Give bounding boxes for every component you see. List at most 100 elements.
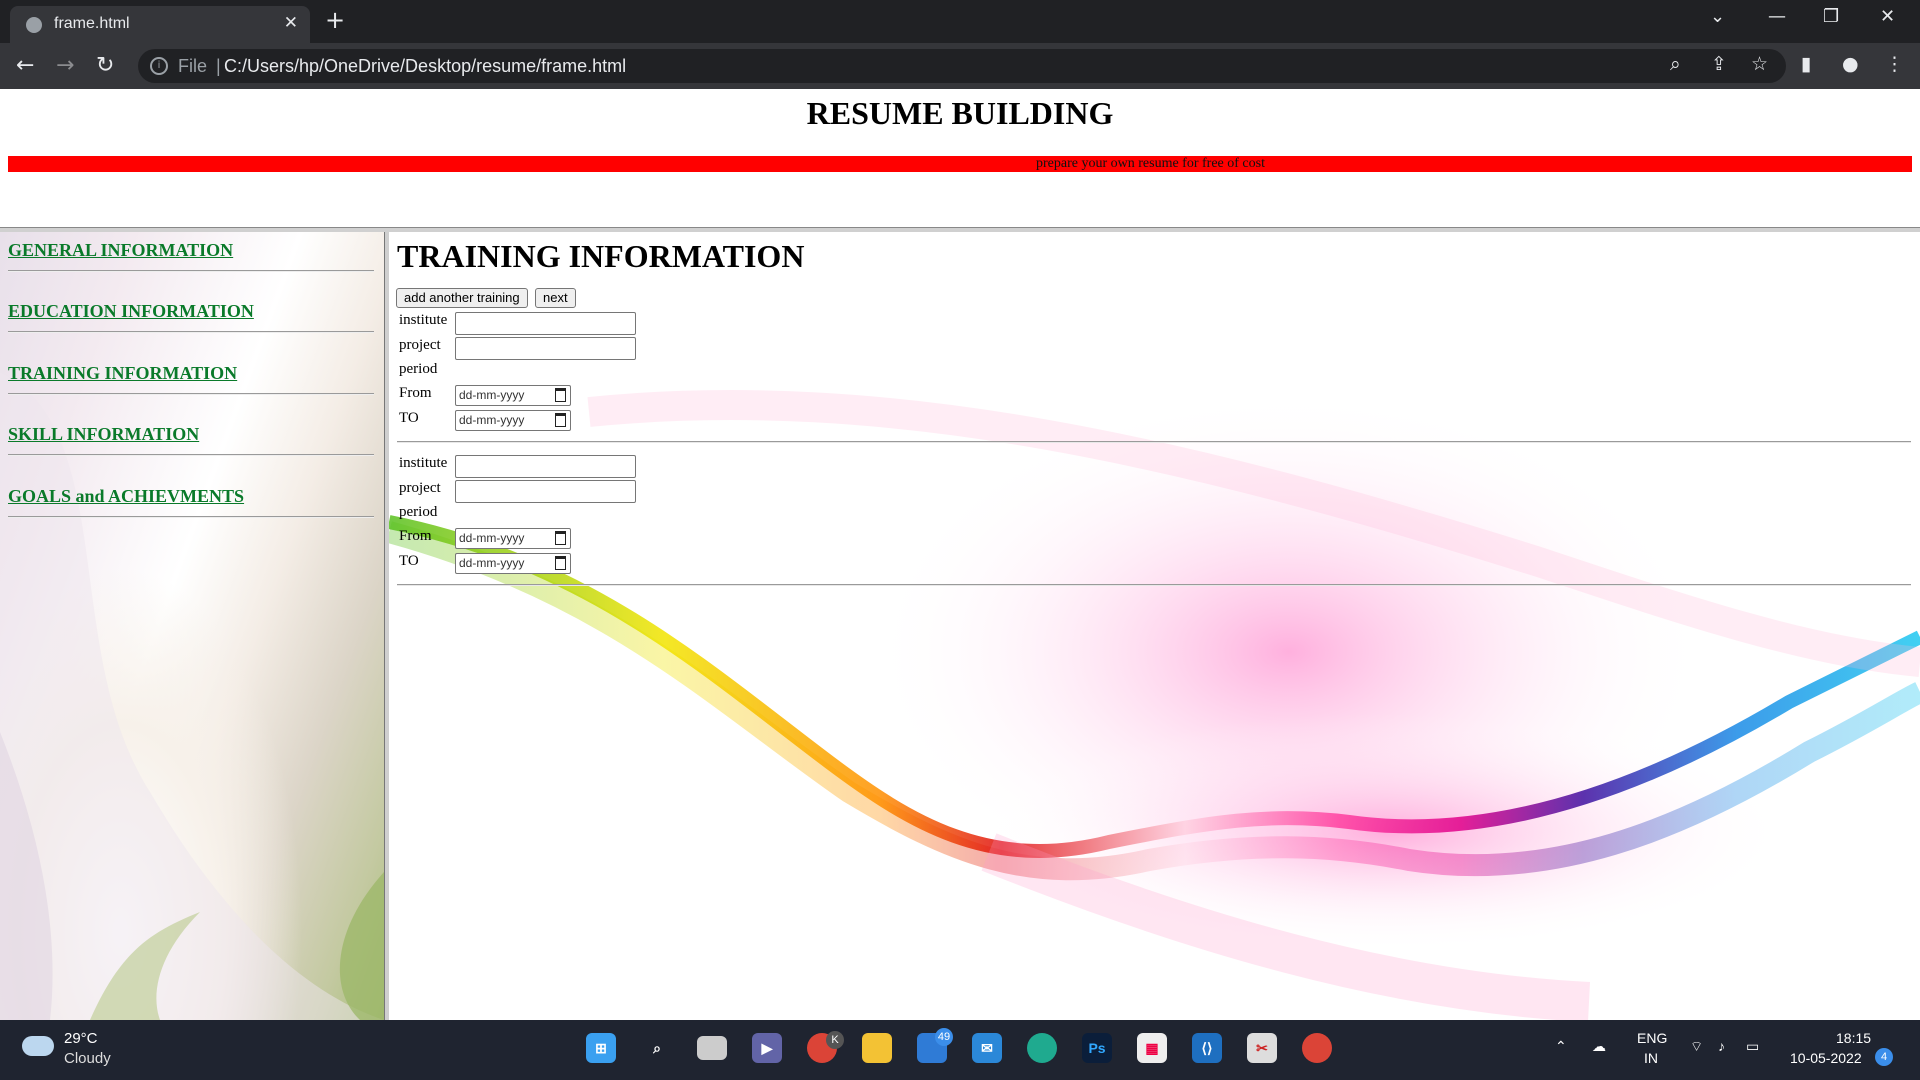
chevron-up-icon[interactable]: ⌃: [1555, 1038, 1567, 1055]
next-button[interactable]: next: [535, 288, 576, 308]
new-tab-button[interactable]: +: [325, 6, 345, 34]
weather-temperature[interactable]: 29°C: [64, 1030, 98, 1047]
cloud-icon[interactable]: [22, 1036, 54, 1056]
period-label: period: [399, 504, 438, 520]
menu-icon[interactable]: ⋮: [1885, 53, 1904, 75]
reload-icon[interactable]: ↻: [96, 53, 114, 78]
info-icon[interactable]: i: [150, 57, 168, 75]
to-date-input[interactable]: dd-mm-yyyy: [455, 410, 571, 431]
entry-divider: [397, 584, 1911, 586]
sidebar-frame: GENERAL INFORMATION EDUCATION INFORMATIO…: [0, 232, 384, 1020]
clock-date[interactable]: 10-05-2022: [1790, 1050, 1862, 1066]
close-window-icon[interactable]: ✕: [1880, 6, 1895, 27]
date-placeholder: dd-mm-yyyy: [459, 388, 525, 402]
browser-toolbar: ← → ↻ i File | C:/Users/hp/OneDrive/Desk…: [0, 43, 1920, 89]
institute-input[interactable]: [455, 455, 636, 478]
marquee-banner: prepare your own resume for free of cost: [8, 156, 1912, 172]
project-input[interactable]: [455, 480, 636, 503]
header-frame: RESUME BUILDING prepare your own resume …: [0, 89, 1920, 227]
vscode-icon[interactable]: ⟨⟩: [1192, 1033, 1222, 1063]
from-date-input[interactable]: dd-mm-yyyy: [455, 528, 571, 549]
browser-tab[interactable]: frame.html ✕: [10, 6, 310, 43]
volume-icon[interactable]: ♪: [1718, 1038, 1725, 1054]
date-placeholder: dd-mm-yyyy: [459, 413, 525, 427]
separator: |: [216, 56, 221, 76]
to-label: TO: [399, 410, 419, 426]
url-text[interactable]: C:/Users/hp/OneDrive/Desktop/resume/fram…: [224, 56, 626, 77]
wifi-icon[interactable]: ⌔: [1690, 1038, 1703, 1056]
restore-icon[interactable]: ❐: [1823, 6, 1839, 27]
start-icon[interactable]: ⊞: [586, 1033, 616, 1063]
main-frame: TRAINING INFORMATION add another trainin…: [389, 232, 1920, 1020]
from-label: From: [399, 385, 432, 401]
edge-icon[interactable]: [1027, 1033, 1057, 1063]
chrome-profile-badge: K: [826, 1031, 844, 1049]
calendar-icon[interactable]: [555, 413, 566, 427]
institute-input[interactable]: [455, 312, 636, 335]
side-panel-icon[interactable]: ▮: [1801, 53, 1811, 75]
profile-icon[interactable]: ●: [1842, 53, 1859, 75]
search-icon[interactable]: ⌕: [642, 1033, 672, 1063]
institute-label: institute: [399, 312, 448, 328]
share-icon[interactable]: ⇪: [1711, 53, 1727, 75]
from-label: From: [399, 528, 432, 544]
bookmark-star-icon[interactable]: ☆: [1751, 53, 1768, 75]
sidebar-divider: [8, 270, 374, 272]
date-placeholder: dd-mm-yyyy: [459, 556, 525, 570]
institute-label: institute: [399, 455, 448, 471]
language-label[interactable]: ENG: [1637, 1030, 1667, 1046]
mail-badge: 49: [935, 1028, 953, 1046]
sidebar-divider: [8, 516, 374, 518]
sidebar-item-goals[interactable]: GOALS and ACHIEVMENTS: [8, 486, 244, 507]
notification-badge[interactable]: 4: [1875, 1048, 1893, 1066]
taskbar: 29°C Cloudy ⊞ ⌕ ▶ K 49 ✉ Ps ▦ ⟨⟩ ✂ ⌃ ☁ E…: [0, 1020, 1920, 1080]
add-training-button[interactable]: add another training: [396, 288, 528, 308]
sidebar-background-art: [0, 372, 384, 1020]
from-date-input[interactable]: dd-mm-yyyy: [455, 385, 571, 406]
microsoft-store-icon[interactable]: ▦: [1137, 1033, 1167, 1063]
close-tab-icon[interactable]: ✕: [284, 13, 298, 33]
teams-chat-icon[interactable]: ▶: [752, 1033, 782, 1063]
file-explorer-icon[interactable]: [862, 1033, 892, 1063]
entry-divider: [397, 441, 1911, 443]
calendar-icon[interactable]: [555, 556, 566, 570]
page-content: RESUME BUILDING prepare your own resume …: [0, 89, 1920, 1020]
sidebar-item-general[interactable]: GENERAL INFORMATION: [8, 240, 233, 261]
chrome-icon[interactable]: [1302, 1033, 1332, 1063]
sidebar-divider: [8, 454, 374, 456]
project-input[interactable]: [455, 337, 636, 360]
task-view-icon[interactable]: [697, 1036, 727, 1060]
browser-tab-strip: frame.html ✕ + ⌄ — ❐ ✕: [0, 0, 1920, 43]
period-label: period: [399, 361, 438, 377]
to-label: TO: [399, 553, 419, 569]
tab-title: frame.html: [54, 15, 130, 32]
to-date-input[interactable]: dd-mm-yyyy: [455, 553, 571, 574]
project-label: project: [399, 480, 441, 496]
tab-search-icon[interactable]: ⌄: [1710, 6, 1725, 27]
section-title: TRAINING INFORMATION: [397, 238, 805, 274]
back-icon[interactable]: ←: [16, 53, 34, 78]
project-label: project: [399, 337, 441, 353]
forward-icon[interactable]: →: [56, 53, 74, 78]
sidebar-item-training[interactable]: TRAINING INFORMATION: [8, 363, 237, 384]
globe-icon: [26, 17, 42, 33]
date-placeholder: dd-mm-yyyy: [459, 531, 525, 545]
sidebar-item-skill[interactable]: SKILL INFORMATION: [8, 424, 199, 445]
sidebar-divider: [8, 331, 374, 333]
calendar-icon[interactable]: [555, 531, 566, 545]
sidebar-item-education[interactable]: EDUCATION INFORMATION: [8, 301, 254, 322]
onedrive-icon[interactable]: ☁: [1592, 1038, 1606, 1055]
address-bar[interactable]: i File | C:/Users/hp/OneDrive/Desktop/re…: [138, 49, 1786, 83]
region-label[interactable]: IN: [1644, 1050, 1658, 1066]
minimize-icon[interactable]: —: [1768, 6, 1786, 27]
file-label: File: [178, 56, 208, 76]
battery-icon[interactable]: ▭: [1746, 1038, 1759, 1055]
photoshop-icon[interactable]: Ps: [1082, 1033, 1112, 1063]
calendar-icon[interactable]: [555, 388, 566, 402]
sidebar-divider: [8, 393, 374, 395]
weather-description[interactable]: Cloudy: [64, 1050, 111, 1067]
snipping-tool-icon[interactable]: ✂: [1247, 1033, 1277, 1063]
zoom-icon[interactable]: ⌕: [1670, 53, 1681, 75]
mail-icon[interactable]: ✉: [972, 1033, 1002, 1063]
clock-time[interactable]: 18:15: [1836, 1030, 1871, 1046]
